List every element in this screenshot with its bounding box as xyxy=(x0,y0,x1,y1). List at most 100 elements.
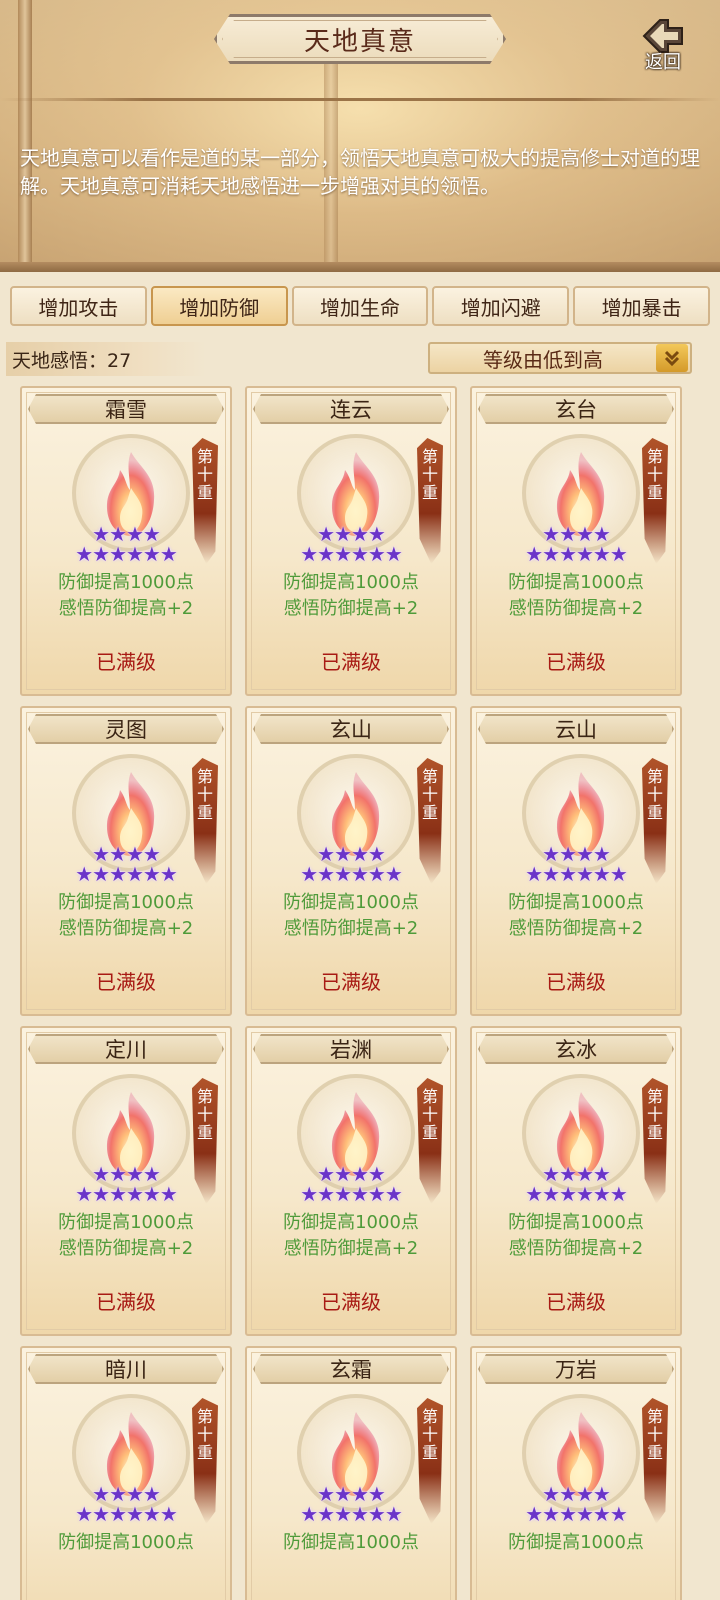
card-effect-secondary: 感悟防御提高+2 xyxy=(283,1238,419,1259)
card-name-text: 玄台 xyxy=(555,398,597,422)
card-name: 暗川 xyxy=(28,1354,224,1384)
card-effect-primary: 防御提高1000点 xyxy=(508,1532,644,1553)
rank-label: 第十重 xyxy=(646,767,663,822)
card-name-text: 定川 xyxy=(105,1038,147,1062)
header-divider xyxy=(0,98,720,101)
star-rating-row: ★★★★★★ xyxy=(300,1502,403,1526)
star-rating-row: ★★★★ xyxy=(317,1482,386,1506)
card-name-text: 玄冰 xyxy=(555,1038,597,1062)
star-rating-row: ★★★★★★ xyxy=(75,542,178,566)
rank-label: 第十重 xyxy=(421,767,438,822)
tab-label: 增加防御 xyxy=(179,295,260,320)
card-name-text: 玄山 xyxy=(330,718,372,742)
card-effect-secondary: 感悟防御提高+2 xyxy=(283,598,419,619)
tab-increase-health[interactable]: 增加生命 xyxy=(291,286,429,326)
card-effect-primary: 防御提高1000点 xyxy=(283,1532,419,1553)
star-rating-row: ★★★★ xyxy=(542,1482,611,1506)
star-rating-row: ★★★★★★ xyxy=(75,862,178,886)
skill-card[interactable]: 定川 第十重 ★★★★ ★★★★★★ 防御提高1000点 感悟防御提高+2 已满… xyxy=(20,1026,232,1336)
skill-card[interactable]: 玄台 第十重 ★★★★ ★★★★★★ 防御提高1000点 感悟防御提高+2 已满… xyxy=(470,386,682,696)
star-rating-row: ★★★★ xyxy=(317,842,386,866)
header-pillar-decoration xyxy=(18,0,32,272)
skill-card[interactable]: 玄山 第十重 ★★★★ ★★★★★★ 防御提高1000点 感悟防御提高+2 已满… xyxy=(245,706,457,1016)
tab-increase-dodge[interactable]: 增加闪避 xyxy=(432,286,570,326)
header-bottom-border xyxy=(0,262,720,272)
card-status: 已满级 xyxy=(546,970,606,994)
card-name-text: 霜雪 xyxy=(105,398,147,422)
card-effect-primary: 防御提高1000点 xyxy=(508,572,644,593)
card-effect-secondary: 感悟防御提高+2 xyxy=(283,918,419,939)
star-rating-row: ★★★★ xyxy=(317,522,386,546)
card-effect-primary: 防御提高1000点 xyxy=(283,1212,419,1233)
card-name-text: 连云 xyxy=(330,398,372,422)
star-rating-row: ★★★★★★ xyxy=(75,1502,178,1526)
star-rating-row: ★★★★★★ xyxy=(300,1182,403,1206)
rank-label: 第十重 xyxy=(196,447,213,502)
card-effect-secondary: 感悟防御提高+2 xyxy=(508,1238,644,1259)
card-name: 灵图 xyxy=(28,714,224,744)
tab-label: 增加生命 xyxy=(319,295,400,320)
skill-card-grid: 霜雪 第十重 ★★★★ ★★★★★★ 防御提高1000点 感悟防御提高+2 已满… xyxy=(20,386,696,1600)
skill-card[interactable]: 万岩 第十重 ★★★★ ★★★★★★ 防御提高1000点 xyxy=(470,1346,682,1600)
skill-card[interactable]: 连云 第十重 ★★★★ ★★★★★★ 防御提高1000点 感悟防御提高+2 已满… xyxy=(245,386,457,696)
card-status: 已满级 xyxy=(546,1290,606,1314)
header-banner: 天地真意 返回 天地真意可以看作是道的某一部分，领悟天地真意可极大的提高修士对道… xyxy=(0,0,720,272)
tab-increase-attack[interactable]: 增加攻击 xyxy=(10,286,147,326)
card-name: 云山 xyxy=(478,714,674,744)
rank-label: 第十重 xyxy=(196,1407,213,1462)
skill-card[interactable]: 云山 第十重 ★★★★ ★★★★★★ 防御提高1000点 感悟防御提高+2 已满… xyxy=(470,706,682,1016)
skill-card[interactable]: 霜雪 第十重 ★★★★ ★★★★★★ 防御提高1000点 感悟防御提高+2 已满… xyxy=(20,386,232,696)
skill-card[interactable]: 玄冰 第十重 ★★★★ ★★★★★★ 防御提高1000点 感悟防御提高+2 已满… xyxy=(470,1026,682,1336)
back-button[interactable]: 返回 xyxy=(628,16,698,80)
card-effect-primary: 防御提高1000点 xyxy=(58,892,194,913)
insight-points: 天地感悟：27 xyxy=(6,342,206,376)
card-effect-secondary: 感悟防御提高+2 xyxy=(508,918,644,939)
card-name: 玄冰 xyxy=(478,1034,674,1064)
card-name-text: 万岩 xyxy=(555,1358,597,1382)
card-status: 已满级 xyxy=(321,1290,381,1314)
double-chevron-down-icon xyxy=(656,344,688,372)
card-status: 已满级 xyxy=(321,650,381,674)
star-rating-row: ★★★★★★ xyxy=(300,862,403,886)
description-text: 天地真意可以看作是道的某一部分，领悟天地真意可极大的提高修士对道的理解。天地真意… xyxy=(20,146,700,198)
card-effect-secondary: 感悟防御提高+2 xyxy=(508,598,644,619)
card-name: 玄台 xyxy=(478,394,674,424)
star-rating-row: ★★★★★★ xyxy=(300,542,403,566)
rank-label: 第十重 xyxy=(196,767,213,822)
card-name: 定川 xyxy=(28,1034,224,1064)
card-name-text: 玄霜 xyxy=(330,1358,372,1382)
tab-label: 增加攻击 xyxy=(38,295,119,320)
star-rating-row: ★★★★★★ xyxy=(525,1182,628,1206)
card-effect-primary: 防御提高1000点 xyxy=(283,572,419,593)
tab-increase-defense[interactable]: 增加防御 xyxy=(150,286,288,326)
back-button-label: 返回 xyxy=(645,52,681,73)
card-effect-secondary: 感悟防御提高+2 xyxy=(58,1238,194,1259)
skill-card[interactable]: 暗川 第十重 ★★★★ ★★★★★★ 防御提高1000点 xyxy=(20,1346,232,1600)
tab-increase-crit[interactable]: 增加暴击 xyxy=(573,286,710,326)
card-name: 霜雪 xyxy=(28,394,224,424)
star-rating-row: ★★★★ xyxy=(92,522,161,546)
star-rating-row: ★★★★ xyxy=(542,842,611,866)
rank-label: 第十重 xyxy=(646,1407,663,1462)
card-effect-primary: 防御提高1000点 xyxy=(58,1212,194,1233)
star-rating-row: ★★★★ xyxy=(542,1162,611,1186)
card-name: 万岩 xyxy=(478,1354,674,1384)
card-effect-primary: 防御提高1000点 xyxy=(508,892,644,913)
card-name: 玄山 xyxy=(253,714,449,744)
card-effect-primary: 防御提高1000点 xyxy=(283,892,419,913)
card-name-text: 暗川 xyxy=(105,1358,147,1382)
card-status: 已满级 xyxy=(96,650,156,674)
page-title-text: 天地真意 xyxy=(303,26,416,57)
card-name-text: 岩渊 xyxy=(330,1038,372,1062)
sort-dropdown[interactable]: 等级由低到高 xyxy=(428,342,692,374)
skill-card[interactable]: 玄霜 第十重 ★★★★ ★★★★★★ 防御提高1000点 xyxy=(245,1346,457,1600)
sort-dropdown-label: 等级由低到高 xyxy=(483,347,603,372)
tab-label: 增加闪避 xyxy=(460,295,541,320)
page-title: 天地真意 xyxy=(214,14,506,64)
card-effect-primary: 防御提高1000点 xyxy=(58,1532,194,1553)
skill-card[interactable]: 岩渊 第十重 ★★★★ ★★★★★★ 防御提高1000点 感悟防御提高+2 已满… xyxy=(245,1026,457,1336)
card-effect-secondary: 感悟防御提高+2 xyxy=(58,918,194,939)
card-name-text: 云山 xyxy=(555,718,597,742)
card-effect-primary: 防御提高1000点 xyxy=(58,572,194,593)
skill-card[interactable]: 灵图 第十重 ★★★★ ★★★★★★ 防御提高1000点 感悟防御提高+2 已满… xyxy=(20,706,232,1016)
